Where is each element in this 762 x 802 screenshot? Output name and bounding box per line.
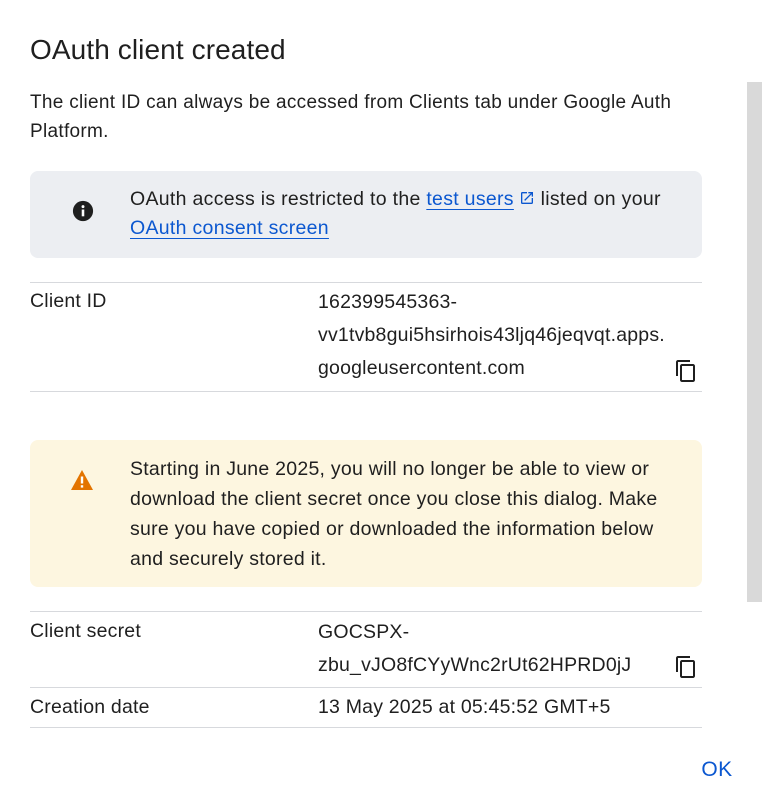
client-id-line: googleusercontent.com	[318, 357, 525, 379]
scrollbar-thumb[interactable]	[747, 82, 762, 602]
warning-banner-text: Starting in June 2025, you will no longe…	[130, 458, 658, 570]
client-secret-line: GOCSPX-	[318, 621, 410, 643]
divider	[30, 391, 702, 392]
client-secret-value[interactable]: GOCSPX- zbu_vJO8fCYyWnc2rUt62HPRD0jJ	[318, 616, 631, 682]
warning-banner: Starting in June 2025, you will no longe…	[30, 440, 702, 587]
external-link-icon[interactable]	[519, 190, 535, 206]
warning-icon	[71, 470, 93, 490]
test-users-link[interactable]: test users	[426, 188, 514, 210]
info-text-middle: listed on your	[534, 188, 661, 210]
divider	[30, 282, 702, 283]
divider	[30, 727, 702, 728]
info-banner-text: OAuth access is restricted to the test u…	[130, 185, 690, 243]
client-id-value[interactable]: 162399545363- vv1tvb8gui5hsirhois43ljq46…	[318, 286, 665, 385]
oauth-client-created-dialog: OAuth client created The client ID can a…	[0, 0, 762, 802]
copy-client-secret-icon[interactable]	[674, 654, 698, 680]
creation-date-label: Creation date	[30, 696, 150, 718]
copy-client-id-icon[interactable]	[674, 358, 698, 384]
client-id-label: Client ID	[30, 290, 107, 312]
client-id-line: vv1tvb8gui5hsirhois43ljq46jeqvqt.apps.	[318, 324, 665, 346]
info-icon	[72, 200, 94, 222]
ok-button[interactable]: OK	[694, 754, 740, 786]
creation-date-value: 13 May 2025 at 05:45:52 GMT+5	[318, 696, 611, 718]
dialog-title: OAuth client created	[30, 34, 286, 65]
divider	[30, 611, 702, 612]
oauth-consent-screen-link[interactable]: OAuth consent screen	[130, 217, 329, 239]
divider	[30, 687, 702, 688]
dialog-description: The client ID can always be accessed fro…	[30, 92, 672, 142]
info-banner: OAuth access is restricted to the test u…	[30, 171, 702, 258]
info-text-before: OAuth access is restricted to the	[130, 188, 427, 210]
client-secret-label: Client secret	[30, 620, 141, 642]
client-secret-line: zbu_vJO8fCYyWnc2rUt62HPRD0jJ	[318, 654, 632, 676]
client-id-line: 162399545363-	[318, 291, 458, 313]
